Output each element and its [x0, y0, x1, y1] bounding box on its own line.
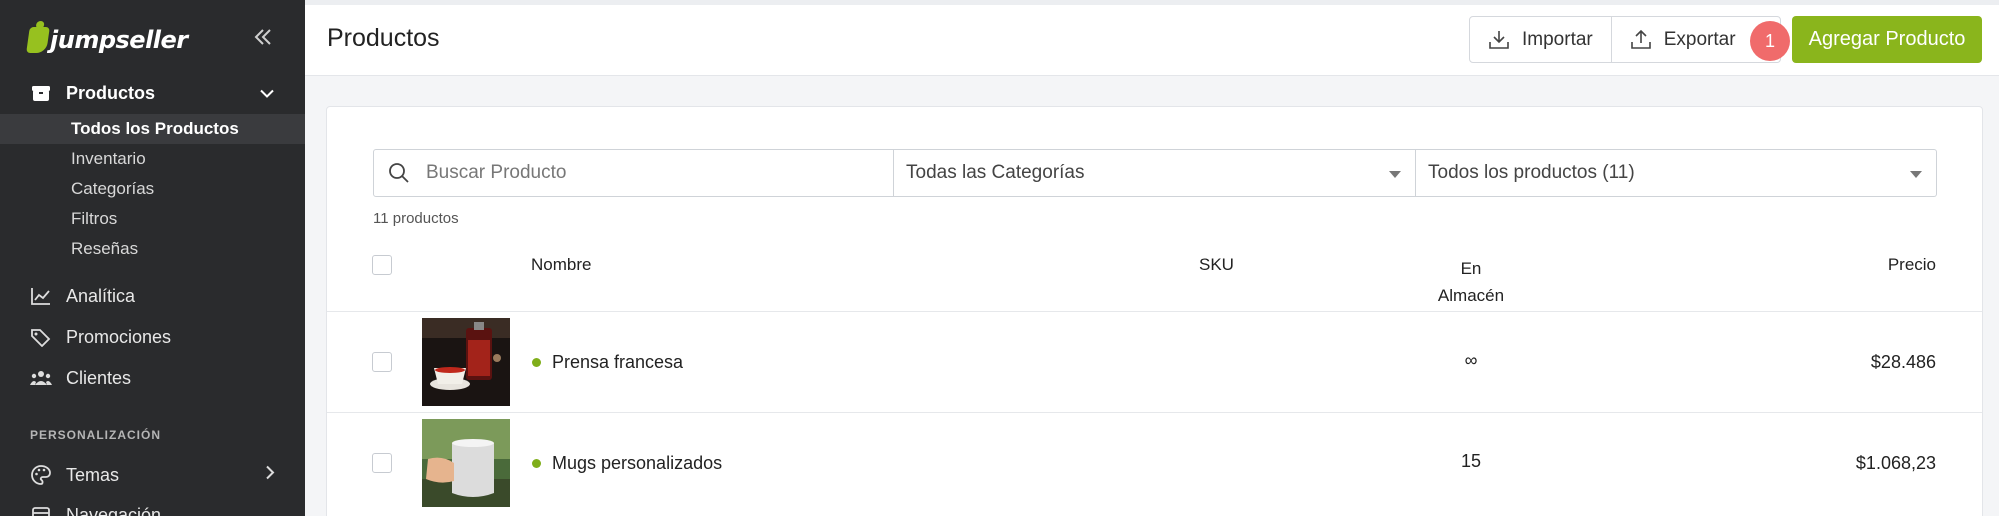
column-header-name[interactable]: Nombre: [531, 255, 591, 275]
chevron-down-icon: [259, 83, 275, 104]
row-checkbox[interactable]: [372, 453, 392, 473]
sidebar-item-navegacion[interactable]: Navegación: [0, 500, 305, 516]
product-name: Mugs personalizados: [552, 453, 723, 473]
import-label: Importar: [1522, 28, 1593, 50]
export-label: Exportar: [1663, 28, 1736, 50]
brand-logo[interactable]: jumpseller: [26, 20, 188, 60]
import-button[interactable]: Importar: [1470, 17, 1611, 62]
sidebar-subitem-inventario[interactable]: Inventario: [0, 144, 305, 174]
chart-line-icon: [30, 285, 52, 307]
stock-value: 15: [1460, 451, 1482, 471]
page-title: Productos: [327, 24, 440, 52]
sidebar-item-label: Productos: [66, 82, 156, 103]
status-select[interactable]: Todos los productos (11): [1416, 149, 1937, 197]
row-checkbox[interactable]: [372, 352, 392, 372]
search-icon: [388, 162, 410, 184]
sidebar-item-label: Analítica: [66, 285, 136, 306]
notification-badge: 1: [1750, 21, 1790, 61]
sidebar-item-label: Temas: [66, 464, 120, 485]
product-name: Prensa francesa: [552, 352, 684, 372]
users-icon: [30, 367, 52, 389]
box-icon: [30, 82, 52, 104]
product-name-link[interactable]: Mugs personalizados: [532, 453, 722, 474]
status-dot: [532, 459, 541, 468]
status-select-value: Todos los productos (11): [1428, 162, 1635, 183]
filter-bar: Todas las Categorías Todos los productos…: [373, 149, 1937, 197]
download-icon: [1488, 29, 1510, 51]
sidebar-item-analitica[interactable]: Analítica: [0, 281, 305, 311]
section-label: PERSONALIZACIÓN: [30, 428, 162, 442]
sidebar-subitem-todos[interactable]: Todos los Productos: [0, 114, 305, 144]
sidebar-item-promociones[interactable]: Promociones: [0, 322, 305, 352]
category-select[interactable]: Todas las Categorías: [894, 149, 1416, 197]
product-thumbnail[interactable]: [422, 419, 510, 507]
sidebar-item-label: Clientes: [66, 367, 132, 388]
sidebar-subitem-resenas[interactable]: Reseñas: [0, 234, 305, 264]
palette-icon: [30, 464, 52, 486]
double-chevron-left-icon[interactable]: [252, 26, 274, 52]
brand-name: jumpseller: [50, 26, 188, 54]
sidebar-item-label: Navegación: [66, 504, 162, 516]
category-select-value: Todas las Categorías: [906, 162, 1085, 183]
tag-icon: [30, 326, 52, 348]
product-count: 11 productos: [373, 210, 459, 227]
column-header-stock-line2: Almacén: [1437, 286, 1505, 305]
caret-down-icon: [1389, 171, 1401, 178]
import-export-group: Importar Exportar: [1469, 16, 1781, 63]
product-thumbnail[interactable]: [422, 318, 510, 406]
products-card: Todas las Categorías Todos los productos…: [326, 106, 1983, 516]
logo-mark-icon: [26, 27, 50, 53]
column-header-stock-line1: En: [1460, 259, 1482, 278]
sidebar-subitem-categorias[interactable]: Categorías: [0, 174, 305, 204]
column-header-sku[interactable]: SKU: [1199, 255, 1234, 275]
table-row[interactable]: Prensa francesa ∞ $28.486: [327, 311, 1982, 412]
stock-value: ∞: [1464, 350, 1478, 370]
status-dot: [532, 358, 541, 367]
table-row[interactable]: Mugs personalizados 15 $1.068,23: [327, 412, 1982, 513]
price-value: $28.486: [1870, 352, 1936, 372]
sidebar-item-temas[interactable]: Temas: [0, 460, 305, 490]
chevron-right-icon: [265, 465, 275, 486]
search-box[interactable]: [373, 149, 894, 197]
select-all-checkbox[interactable]: [372, 255, 392, 275]
column-header-stock[interactable]: En Almacén: [1431, 255, 1511, 309]
product-name-link[interactable]: Prensa francesa: [532, 352, 683, 373]
layout-icon: [30, 504, 52, 516]
price-value: $1.068,23: [1855, 453, 1936, 473]
sidebar-item-clientes[interactable]: Clientes: [0, 363, 305, 393]
add-product-button[interactable]: Agregar Producto: [1792, 16, 1982, 63]
search-input[interactable]: [426, 162, 866, 184]
upload-icon: [1630, 29, 1652, 51]
sidebar-item-label: Promociones: [66, 326, 172, 347]
sidebar: jumpseller Productos Todos los Productos…: [0, 0, 305, 516]
sidebar-subitem-filtros[interactable]: Filtros: [0, 204, 305, 234]
column-header-price[interactable]: Precio: [1888, 255, 1936, 275]
top-header: Productos Importar Exportar 1 Agregar Pr…: [305, 0, 1999, 76]
sidebar-item-productos[interactable]: Productos: [0, 78, 305, 108]
caret-down-icon: [1910, 171, 1922, 178]
